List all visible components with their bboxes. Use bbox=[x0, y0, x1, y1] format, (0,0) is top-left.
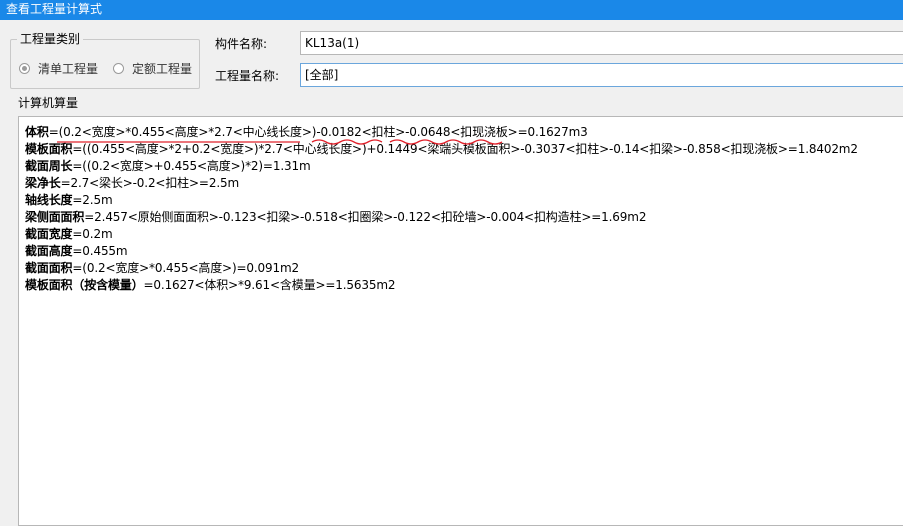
formula-line-section-width: 截面宽度=0.2m bbox=[25, 226, 903, 243]
formula-line-volume: 体积=(0.2<宽度>*0.455<高度>*2.7<中心线长度>)-0.0182… bbox=[25, 124, 903, 141]
formula-line-beam-net-length: 梁净长=2.7<梁长>-0.2<扣柱>=2.5m bbox=[25, 175, 903, 192]
formula-expression: =0.455m bbox=[72, 244, 128, 258]
formula-line-section-perimeter: 截面周长=((0.2<宽度>+0.455<高度>)*2)=1.31m bbox=[25, 158, 903, 175]
formula-expression: =(0.2<宽度>*0.455<高度>*2.7<中心线长度>)-0.0182<扣… bbox=[48, 125, 588, 139]
quantity-name-label: 工程量名称: bbox=[215, 69, 280, 83]
formula-name: 截面宽度 bbox=[25, 227, 73, 241]
radio-quota-quantity[interactable]: 定额工程量 bbox=[113, 60, 192, 77]
formula-name: 体积 bbox=[25, 125, 49, 139]
formula-name: 模板面积 bbox=[25, 142, 73, 156]
formula-name: 梁侧面面积 bbox=[25, 210, 85, 224]
component-name-label: 构件名称: bbox=[215, 37, 268, 51]
formula-line-beam-side-area: 梁侧面面积=2.457<原始侧面面积>-0.123<扣梁>-0.518<扣圈梁>… bbox=[25, 209, 903, 226]
formula-name: 轴线长度 bbox=[25, 193, 73, 207]
formula-name: 截面周长 bbox=[25, 159, 73, 173]
formula-line-formwork-area-by-ratio: 模板面积（按含模量）=0.1627<体积>*9.61<含模量>=1.5635m2 bbox=[25, 277, 903, 294]
quantity-type-group: 工程量类别 清单工程量 定额工程量 bbox=[10, 31, 200, 89]
formula-name: 梁净长 bbox=[25, 176, 61, 190]
formula-name: 模板面积（按含模量） bbox=[25, 278, 144, 292]
formula-line-axis-length: 轴线长度=2.5m bbox=[25, 192, 903, 209]
formula-line-formwork-area: 模板面积=((0.455<高度>*2+0.2<宽度>)*2.7<中心线长度>)+… bbox=[25, 141, 903, 158]
formula-name: 截面面积 bbox=[25, 261, 73, 275]
component-name-field[interactable]: KL13a(1) bbox=[300, 31, 903, 55]
formula-expression: =0.1627<体积>*9.61<含模量>=1.5635m2 bbox=[143, 278, 396, 292]
quantity-name-field[interactable]: [全部] bbox=[300, 63, 903, 87]
formula-expression: =2.7<梁长>-0.2<扣柱>=2.5m bbox=[60, 176, 240, 190]
formula-line-section-height: 截面高度=0.455m bbox=[25, 243, 903, 260]
formula-expression: =2.457<原始侧面面积>-0.123<扣梁>-0.518<扣圈梁>-0.12… bbox=[84, 210, 647, 224]
radio-quota-quantity-label: 定额工程量 bbox=[132, 62, 193, 76]
radio-checked-icon[interactable] bbox=[19, 63, 30, 74]
formula-name: 截面高度 bbox=[25, 244, 73, 258]
formula-expression: =0.2m bbox=[72, 227, 113, 241]
window-title: 查看工程量计算式 bbox=[0, 0, 903, 20]
formula-expression: =((0.455<高度>*2+0.2<宽度>)*2.7<中心线长度>)+0.14… bbox=[72, 142, 858, 156]
calc-section-title: 计算机算量 bbox=[18, 96, 79, 110]
formula-line-section-area: 截面面积=(0.2<宽度>*0.455<高度>)=0.091m2 bbox=[25, 260, 903, 277]
radio-bill-quantity[interactable]: 清单工程量 bbox=[19, 60, 98, 77]
formula-expression: =(0.2<宽度>*0.455<高度>)=0.091m2 bbox=[72, 261, 300, 275]
quantity-type-group-title: 工程量类别 bbox=[17, 31, 84, 47]
calc-formula-textarea[interactable]: 体积=(0.2<宽度>*0.455<高度>*2.7<中心线长度>)-0.0182… bbox=[18, 116, 903, 526]
formula-expression: =((0.2<宽度>+0.455<高度>)*2)=1.31m bbox=[72, 159, 311, 173]
radio-unchecked-icon[interactable] bbox=[113, 63, 124, 74]
radio-bill-quantity-label: 清单工程量 bbox=[38, 62, 99, 76]
formula-expression: =2.5m bbox=[72, 193, 113, 207]
